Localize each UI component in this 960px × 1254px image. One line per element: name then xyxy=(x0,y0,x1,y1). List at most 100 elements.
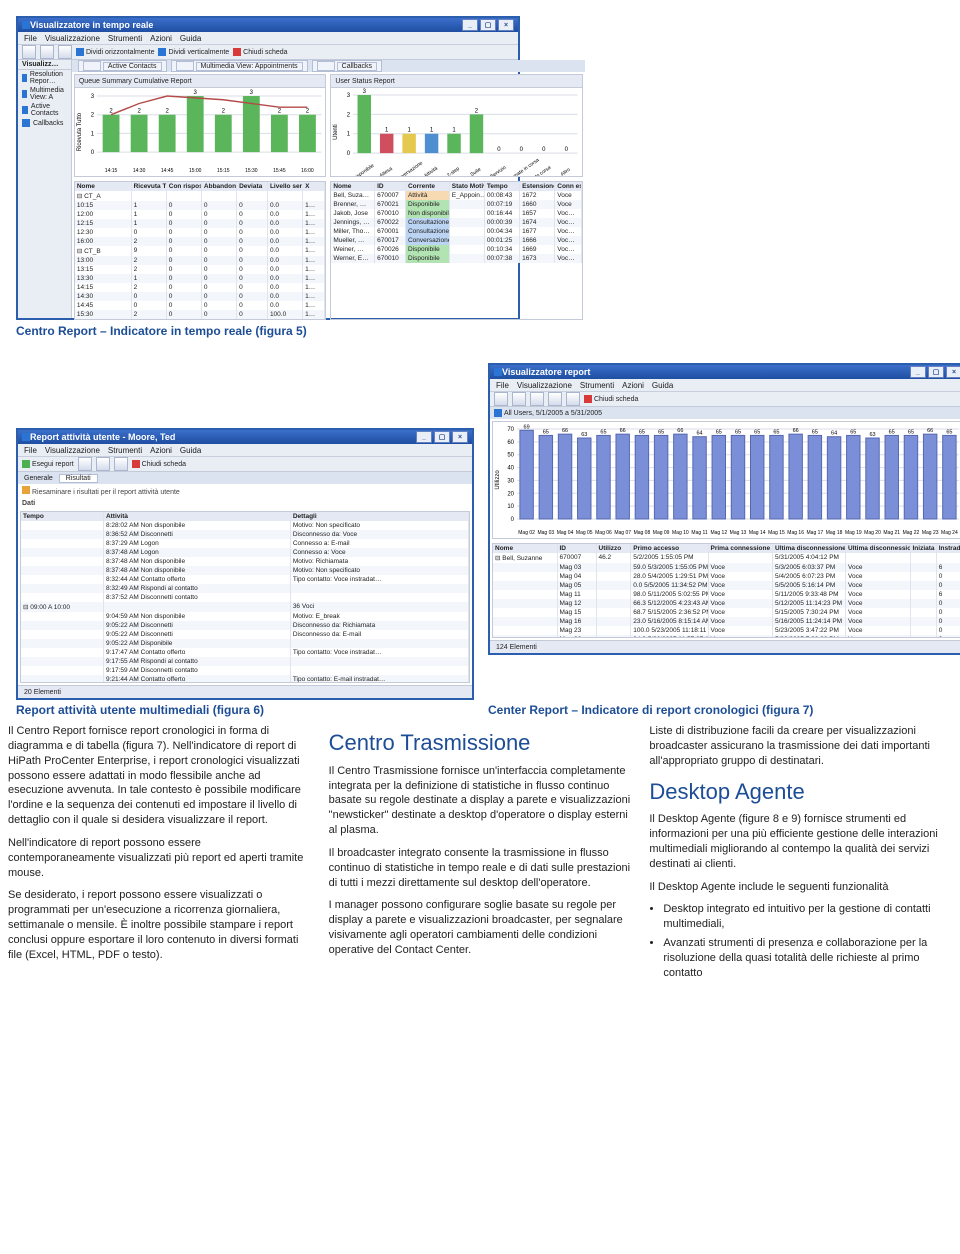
menu-actions[interactable]: Azioni xyxy=(150,446,172,455)
col-header[interactable]: Ricevuta Tutto xyxy=(132,182,167,191)
table-row[interactable]: Mag 23100.0 5/23/2005 11:18:11 AMVoce5/2… xyxy=(493,626,960,635)
col-header[interactable]: Tempo xyxy=(21,512,104,521)
table-row[interactable]: Mag 1198.0 5/11/2005 5:02:55 PMVoce5/11/… xyxy=(493,590,960,599)
table-row[interactable]: 8:37:29 AM LogonConnesso a: E-mail xyxy=(21,539,469,548)
titlebar[interactable]: Report attività utente - Moore, Ted _ ▢ … xyxy=(18,430,472,444)
split-horizontal-button[interactable]: Dividi orizzontalmente xyxy=(76,48,154,56)
table-row[interactable]: Jakob, Jose670010Non disponibile00:16:44… xyxy=(331,209,581,218)
toolbar-icon[interactable] xyxy=(548,392,562,406)
table-row[interactable]: 9:05:22 AM DisconnettiDisconnesso da: E-… xyxy=(21,630,469,639)
table-row[interactable]: Mag 2634.3 5/26/2005 11:57:27 AMVoce5/26… xyxy=(493,635,960,638)
table-row[interactable]: 8:36:52 AM DisconnettiDisconnesso da: Vo… xyxy=(21,530,469,539)
table-row[interactable]: 14:4500000.01… xyxy=(75,301,325,310)
table-row[interactable]: 10:1510000.01… xyxy=(75,201,325,210)
table-row[interactable]: Mag 1266.3 5/12/2005 4:23:43 AMVoce5/12/… xyxy=(493,599,960,608)
table-row[interactable]: Bell, Suza…670007AttivitàE_Appoin…00:08:… xyxy=(331,191,581,200)
col-header[interactable]: Ultima disconnessione dal supporto xyxy=(846,544,911,553)
toolbar-icon[interactable] xyxy=(512,392,526,406)
table-row[interactable]: 9:21:44 AM Contatto offertoTipo contatto… xyxy=(21,675,469,683)
table-row[interactable]: Jennings, …670022Consultazione00:00:3916… xyxy=(331,218,581,227)
table-row[interactable]: 8:32:49 AM Rispondi al contatto xyxy=(21,584,469,593)
col-header[interactable]: Utilizzo xyxy=(597,544,632,553)
col-header[interactable]: ID xyxy=(558,544,597,553)
titlebar[interactable]: Visualizzatore in tempo reale _ ▢ × xyxy=(18,18,518,32)
menu-file[interactable]: File xyxy=(496,381,509,390)
toolbar-icon[interactable] xyxy=(494,392,508,406)
table-row[interactable]: Werner, E…670010Disponibile00:07:381673V… xyxy=(331,254,581,263)
minimize-button[interactable]: _ xyxy=(910,366,926,378)
close-button[interactable]: × xyxy=(946,366,960,378)
close-button[interactable]: × xyxy=(498,19,514,31)
menu-view[interactable]: Visualizzazione xyxy=(517,381,572,390)
table-row[interactable]: 9:04:59 AM Non disponibileMotivo: E_brea… xyxy=(21,612,469,621)
tab[interactable]: Callbacks xyxy=(312,60,382,72)
col-header[interactable]: Conn essione xyxy=(555,182,582,191)
close-tab-button[interactable]: Chiudi scheda xyxy=(132,460,186,468)
toolbar-icon[interactable] xyxy=(96,457,110,471)
col-header[interactable]: Instradata xyxy=(937,544,960,553)
col-header[interactable]: ID xyxy=(375,182,406,191)
table-row[interactable]: 8:37:48 AM LogonConnesso a: Voce xyxy=(21,548,469,557)
col-header[interactable]: Tempo xyxy=(485,182,520,191)
side-item[interactable]: Multimedia View: A xyxy=(18,86,71,102)
col-header[interactable]: Nome xyxy=(75,182,132,191)
table-row[interactable]: ⊟ CT_A xyxy=(75,191,325,201)
maximize-button[interactable]: ▢ xyxy=(928,366,944,378)
table-row[interactable]: 9:05:22 AM Disponibile xyxy=(21,639,469,648)
tab-results[interactable]: Risultati xyxy=(59,474,98,483)
tab-general[interactable]: Generale xyxy=(24,475,53,482)
close-button[interactable]: × xyxy=(452,431,468,443)
table-row[interactable]: Miller, Tho…670001Consultazione00:04:341… xyxy=(331,227,581,236)
table-row[interactable]: 12:0010000.01… xyxy=(75,210,325,219)
toolbar-icon[interactable] xyxy=(114,457,128,471)
table-row[interactable]: 14:1520000.01… xyxy=(75,283,325,292)
menu-actions[interactable]: Azioni xyxy=(622,381,644,390)
menu-tools[interactable]: Strumenti xyxy=(108,446,142,455)
table-row[interactable]: 8:32:44 AM Contatto offertoTipo contatto… xyxy=(21,575,469,584)
table-row[interactable]: 13:0020000.01… xyxy=(75,256,325,265)
col-header[interactable]: X xyxy=(303,182,325,191)
col-header[interactable]: Dettagli xyxy=(291,512,469,521)
table-row[interactable]: 9:17:59 AM Disconnetti contatto xyxy=(21,666,469,675)
table-row[interactable]: 13:1520000.01… xyxy=(75,265,325,274)
report-tab[interactable]: All Users, 5/1/2005 a 5/31/2005 xyxy=(490,407,960,419)
table-row[interactable]: 16:0020000.01… xyxy=(75,237,325,246)
col-header[interactable]: Iniziata Tutto xyxy=(911,544,937,553)
col-header[interactable]: Attività xyxy=(104,512,291,521)
col-header[interactable]: Abbandono %s xyxy=(202,182,237,191)
toolbar-icon[interactable] xyxy=(22,45,36,59)
toolbar-icon[interactable] xyxy=(566,392,580,406)
table-row[interactable]: Mag 0359.0 5/3/2005 1:55:05 PMVoce5/3/20… xyxy=(493,563,960,572)
table-row[interactable]: 9:05:22 AM DisconnettiDisconnesso da: Ri… xyxy=(21,621,469,630)
col-header[interactable]: Prima connessione al supporto xyxy=(709,544,774,553)
minimize-button[interactable]: _ xyxy=(462,19,478,31)
table-row[interactable]: 9:17:55 AM Rispondi al contatto xyxy=(21,657,469,666)
maximize-button[interactable]: ▢ xyxy=(480,19,496,31)
table-row[interactable]: 12:1510000.01… xyxy=(75,219,325,228)
minimize-button[interactable]: _ xyxy=(416,431,432,443)
col-header[interactable]: Nome xyxy=(331,182,375,191)
side-item[interactable]: Resolution Repor… xyxy=(18,70,71,86)
col-header[interactable]: Con rispos… Tutto xyxy=(167,182,202,191)
toolbar-icon[interactable] xyxy=(40,45,54,59)
toolbar-icon[interactable] xyxy=(78,457,92,471)
split-vertical-button[interactable]: Dividi verticalmente xyxy=(158,48,229,56)
side-item[interactable]: Callbacks xyxy=(18,118,71,128)
menu-tools[interactable]: Strumenti xyxy=(580,381,614,390)
table-row[interactable]: Brenner, …670021Disponibile00:07:191660V… xyxy=(331,200,581,209)
table-row[interactable]: 8:37:52 AM Disconnetti contatto xyxy=(21,593,469,602)
titlebar[interactable]: Visualizzatore report _ ▢ × xyxy=(490,365,960,379)
table-row[interactable]: ⊟ 09:00 A 10:0036 Voci xyxy=(21,602,469,612)
menu-help[interactable]: Guida xyxy=(652,381,673,390)
table-row[interactable]: ⊟ Bell, Suzanne67000746.25/2/2005 1:55:0… xyxy=(493,553,960,563)
table-row[interactable]: 12:3000000.01… xyxy=(75,228,325,237)
close-tab-button[interactable]: Chiudi scheda xyxy=(233,48,287,56)
tab[interactable]: Multimedia View: Appointments xyxy=(171,60,308,72)
toolbar-icon[interactable] xyxy=(530,392,544,406)
table-row[interactable]: Weiner, …670026Disponibile00:10:341669Vo… xyxy=(331,245,581,254)
menu-help[interactable]: Guida xyxy=(180,446,201,455)
table-row[interactable]: 15:302000100.01… xyxy=(75,310,325,319)
maximize-button[interactable]: ▢ xyxy=(434,431,450,443)
table-row[interactable]: Mag 1568.7 5/15/2005 2:36:52 PMVoce5/15/… xyxy=(493,608,960,617)
table-row[interactable]: Mueller, …670017Conversazione00:01:25166… xyxy=(331,236,581,245)
